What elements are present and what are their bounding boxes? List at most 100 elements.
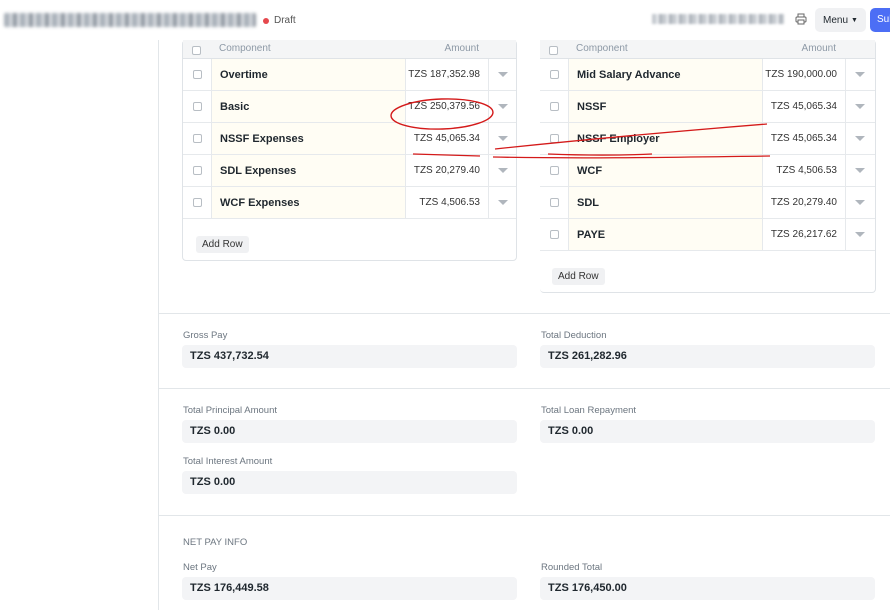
status-indicator: Draft: [263, 15, 296, 26]
select-all-checkbox[interactable]: [549, 46, 558, 55]
component-cell[interactable]: NSSF: [568, 91, 762, 122]
row-menu-button[interactable]: [845, 59, 874, 90]
row-checkbox-cell[interactable]: [540, 123, 568, 154]
row-checkbox[interactable]: [549, 230, 559, 239]
chevron-down-icon: [498, 168, 508, 173]
row-checkbox-cell[interactable]: [183, 59, 211, 90]
chevron-down-icon: [498, 136, 508, 141]
component-cell[interactable]: NSSF Employer: [568, 123, 762, 154]
amount-cell[interactable]: TZS 187,352.98: [405, 59, 488, 90]
component-cell[interactable]: WCF Expenses: [211, 187, 405, 218]
table-row[interactable]: Mid Salary Advance TZS 190,000.00: [540, 59, 875, 91]
amount-value: TZS 20,279.40: [413, 165, 480, 176]
table-row[interactable]: PAYE TZS 26,217.62: [540, 219, 875, 251]
earnings-table: Component Amount Overtime TZS 187,352.98 B…: [182, 40, 517, 261]
component-cell[interactable]: Basic: [211, 91, 405, 122]
table-row[interactable]: SDL Expenses TZS 20,279.40: [183, 155, 516, 187]
add-row-button[interactable]: Add Row: [196, 236, 249, 253]
row-checkbox-cell[interactable]: [183, 155, 211, 186]
amount-cell[interactable]: TZS 20,279.40: [762, 187, 845, 218]
row-checkbox[interactable]: [549, 70, 559, 79]
amount-cell[interactable]: TZS 4,506.53: [405, 187, 488, 218]
row-checkbox[interactable]: [192, 198, 202, 207]
row-checkbox-cell[interactable]: [540, 187, 568, 218]
submit-button[interactable]: Submit: [870, 8, 890, 32]
section-divider: [158, 388, 890, 389]
amount-value: TZS 20,279.40: [770, 197, 837, 208]
amount-cell[interactable]: TZS 250,379.56: [405, 91, 488, 122]
row-checkbox[interactable]: [192, 134, 202, 143]
row-menu-button[interactable]: [845, 187, 874, 218]
amount-cell[interactable]: TZS 20,279.40: [405, 155, 488, 186]
row-checkbox-cell[interactable]: [540, 59, 568, 90]
row-checkbox-cell[interactable]: [540, 155, 568, 186]
component-cell[interactable]: PAYE: [568, 219, 762, 250]
row-menu-button[interactable]: [488, 187, 517, 218]
rounded-total-label: Rounded Total: [541, 562, 603, 573]
amount-cell[interactable]: TZS 190,000.00: [762, 59, 845, 90]
select-all-checkbox[interactable]: [192, 46, 201, 55]
amount-cell[interactable]: TZS 45,065.34: [762, 123, 845, 154]
row-checkbox[interactable]: [192, 70, 202, 79]
amount-cell[interactable]: TZS 4,506.53: [762, 155, 845, 186]
component-name: WCF: [577, 164, 603, 177]
amount-cell[interactable]: TZS 26,217.62: [762, 219, 845, 250]
row-checkbox-cell[interactable]: [183, 123, 211, 154]
component-cell[interactable]: Mid Salary Advance: [568, 59, 762, 90]
amount-cell[interactable]: TZS 45,065.34: [762, 91, 845, 122]
component-cell[interactable]: SDL Expenses: [211, 155, 405, 186]
add-row-button[interactable]: Add Row: [552, 268, 605, 285]
menu-button[interactable]: Menu ▼: [815, 8, 866, 32]
row-checkbox-cell[interactable]: [540, 219, 568, 250]
table-row[interactable]: NSSF TZS 45,065.34: [540, 91, 875, 123]
row-menu-button[interactable]: [488, 155, 517, 186]
total-principal-field: TZS 0.00: [182, 420, 517, 443]
rounded-total-field: TZS 176,450.00: [540, 577, 875, 600]
amount-value: TZS 26,217.62: [770, 229, 837, 240]
row-checkbox-cell[interactable]: [183, 187, 211, 218]
component-cell[interactable]: WCF: [568, 155, 762, 186]
column-header-amount: Amount: [801, 43, 836, 54]
table-row[interactable]: WCF TZS 4,506.53: [540, 155, 875, 187]
component-cell[interactable]: SDL: [568, 187, 762, 218]
amount-value: TZS 4,506.53: [419, 197, 480, 208]
amount-value: TZS 45,065.34: [770, 133, 837, 144]
row-checkbox[interactable]: [192, 102, 202, 111]
row-checkbox[interactable]: [549, 134, 559, 143]
document-title-blurred: [4, 13, 256, 27]
table-row[interactable]: NSSF Expenses TZS 45,065.34: [183, 123, 516, 155]
row-checkbox-cell[interactable]: [540, 91, 568, 122]
section-divider: [158, 515, 890, 516]
chevron-down-icon: [855, 104, 865, 109]
table-row[interactable]: NSSF Employer TZS 45,065.34: [540, 123, 875, 155]
table-row[interactable]: Basic TZS 250,379.56: [183, 91, 516, 123]
row-menu-button[interactable]: [845, 91, 874, 122]
component-name: NSSF: [577, 100, 607, 113]
total-deduction-field: TZS 261,282.96: [540, 345, 875, 368]
row-checkbox[interactable]: [192, 166, 202, 175]
table-row[interactable]: Overtime TZS 187,352.98: [183, 59, 516, 91]
row-menu-button[interactable]: [845, 155, 874, 186]
component-cell[interactable]: Overtime: [211, 59, 405, 90]
chevron-down-icon: [855, 232, 865, 237]
row-menu-button[interactable]: [488, 91, 517, 122]
table-row[interactable]: SDL TZS 20,279.40: [540, 187, 875, 219]
gross-pay-field: TZS 437,732.54: [182, 345, 517, 368]
amount-cell[interactable]: TZS 45,065.34: [405, 123, 488, 154]
total-loan-repayment-field: TZS 0.00: [540, 420, 875, 443]
row-menu-button[interactable]: [845, 219, 874, 250]
gross-pay-label: Gross Pay: [183, 330, 228, 341]
row-menu-button[interactable]: [488, 123, 517, 154]
row-menu-button[interactable]: [488, 59, 517, 90]
row-menu-button[interactable]: [845, 123, 874, 154]
row-checkbox[interactable]: [549, 198, 559, 207]
chevron-down-icon: [855, 168, 865, 173]
component-name: Overtime: [220, 68, 268, 81]
row-checkbox[interactable]: [549, 166, 559, 175]
row-checkbox-cell[interactable]: [183, 91, 211, 122]
table-row[interactable]: WCF Expenses TZS 4,506.53: [183, 187, 516, 219]
component-cell[interactable]: NSSF Expenses: [211, 123, 405, 154]
printer-icon[interactable]: [795, 13, 807, 25]
page-left-border: [158, 40, 159, 610]
row-checkbox[interactable]: [549, 102, 559, 111]
